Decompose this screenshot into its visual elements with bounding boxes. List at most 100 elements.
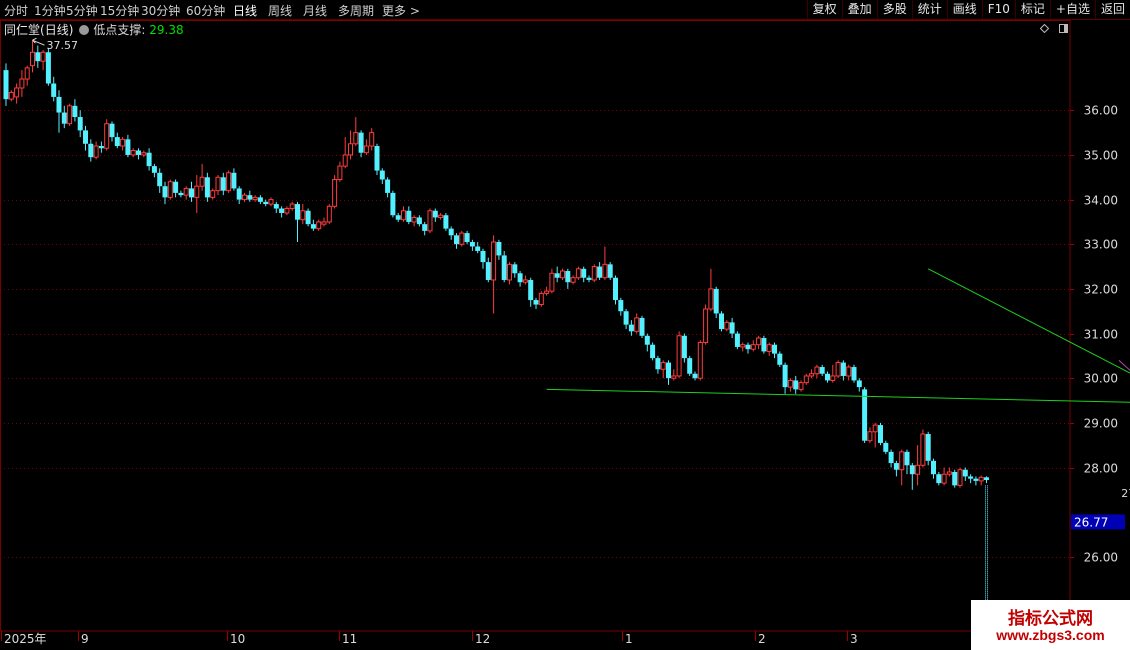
- candle-body: [703, 308, 709, 343]
- candle-body: [618, 300, 624, 312]
- toolbar-button[interactable]: 画线: [946, 0, 982, 19]
- candle-body: [946, 471, 952, 475]
- y-tick-label: 31.00: [1084, 328, 1118, 342]
- candle-body: [655, 358, 661, 370]
- candle-body: [787, 379, 793, 388]
- y-tick-label: 30.00: [1084, 372, 1118, 386]
- candle-body: [93, 145, 99, 158]
- toolbar-button[interactable]: 复权: [806, 0, 842, 19]
- candle-body: [586, 277, 592, 280]
- plot-frame: [0, 20, 1071, 632]
- candle-body: [61, 112, 67, 124]
- support-line: [546, 388, 1130, 403]
- x-tick-label: 1: [625, 632, 633, 646]
- candle-body: [713, 288, 719, 314]
- candle-body: [840, 362, 846, 376]
- candle-body: [3, 70, 9, 100]
- candle-body: [772, 344, 777, 354]
- candle-body: [374, 146, 380, 171]
- candle-body: [766, 344, 772, 352]
- candle-body: [178, 192, 184, 196]
- candle-body: [406, 210, 412, 222]
- candle-body: [326, 205, 332, 223]
- candle-body: [581, 268, 587, 278]
- candle-body: [109, 123, 115, 138]
- candle-body: [125, 139, 131, 155]
- candlestick-chart[interactable]: 36.00 35.00 34.00 33.00 32.00 31.00 30.00 29.00…: [0, 20, 1130, 650]
- candle-body: [289, 203, 295, 210]
- period-tab[interactable]: 更多 >: [382, 2, 420, 19]
- toolbar-button[interactable]: 叠加: [841, 0, 877, 19]
- period-tab[interactable]: 分时: [4, 2, 28, 19]
- period-tab[interactable]: 15分钟: [100, 2, 139, 19]
- y-tick-label: 26.00: [1084, 551, 1118, 565]
- candle-body: [936, 474, 942, 484]
- toolbar-button[interactable]: 返回: [1094, 0, 1130, 19]
- period-tab[interactable]: 周线: [268, 2, 292, 19]
- candle-body: [697, 341, 703, 379]
- high-marker-arrow: [32, 37, 45, 46]
- candle-body: [337, 165, 343, 181]
- candle-body: [167, 181, 173, 198]
- candle-body: [591, 266, 597, 281]
- period-tab[interactable]: 1分钟: [34, 2, 66, 19]
- candle-body: [273, 204, 279, 209]
- candle-body: [565, 271, 571, 283]
- candle-body: [141, 152, 147, 156]
- toolbar: 分时 1分钟 5分钟 15分钟 30分钟 60分钟 日线 周线 月线 多周期 更多 > 复权 叠加 多股…: [0, 0, 1130, 20]
- x-tick-label: 3: [850, 632, 858, 646]
- candle-body: [978, 476, 984, 482]
- candle-body: [226, 172, 232, 192]
- candle-body: [448, 228, 454, 236]
- candle-body: [761, 338, 767, 352]
- candle-body: [512, 264, 518, 274]
- candle-body: [570, 277, 576, 283]
- candle-body: [469, 242, 475, 247]
- candle-body: [671, 375, 677, 379]
- candle-body: [480, 250, 486, 263]
- candle-body: [560, 270, 565, 279]
- candle-body: [252, 196, 258, 201]
- x-tick-label: 10: [230, 632, 245, 646]
- toolbar-button[interactable]: 统计: [911, 0, 947, 19]
- candle-body: [321, 221, 327, 225]
- candle-body: [666, 362, 671, 379]
- candle-body: [814, 366, 820, 375]
- toolbar-button[interactable]: +自选: [1049, 0, 1095, 19]
- candle-body: [825, 373, 830, 381]
- candle-body: [395, 215, 401, 220]
- candle-body: [454, 235, 459, 245]
- candle-body: [830, 375, 836, 381]
- candle-body: [575, 268, 581, 279]
- toolbar-button[interactable]: 多股: [876, 0, 912, 19]
- candle-body: [385, 179, 391, 193]
- toolbar-button[interactable]: 标记: [1014, 0, 1050, 19]
- candle-body: [67, 105, 73, 125]
- candle-body: [189, 188, 194, 198]
- candle-body: [348, 143, 353, 156]
- candle-body: [475, 246, 481, 251]
- y-tick-label: 32.00: [1084, 283, 1118, 297]
- candle-body: [98, 146, 104, 149]
- candle-body: [136, 150, 141, 155]
- candle-body: [369, 132, 375, 147]
- candle-body: [803, 375, 809, 384]
- candle-body: [427, 210, 433, 232]
- candle-body: [210, 190, 216, 198]
- period-tab[interactable]: 多周期: [338, 2, 374, 19]
- period-tab[interactable]: 60分钟: [186, 2, 225, 19]
- candle-body: [867, 431, 873, 442]
- period-tab[interactable]: 日线: [233, 2, 257, 19]
- candle-body: [856, 380, 862, 388]
- candle-body: [491, 241, 497, 281]
- candle-body: [528, 279, 534, 301]
- period-tab[interactable]: 30分钟: [141, 2, 180, 19]
- candle-body: [846, 366, 852, 377]
- period-tab[interactable]: 5分钟: [66, 2, 98, 19]
- candle-body: [681, 335, 687, 359]
- candle-body: [215, 176, 221, 192]
- toolbar-buttons: 复权 叠加 多股 统计 画线 F10 标记 +自选 返回: [806, 0, 1130, 19]
- toolbar-button[interactable]: F10: [981, 0, 1015, 19]
- period-tab[interactable]: 月线: [303, 2, 327, 19]
- candle-body: [729, 322, 735, 334]
